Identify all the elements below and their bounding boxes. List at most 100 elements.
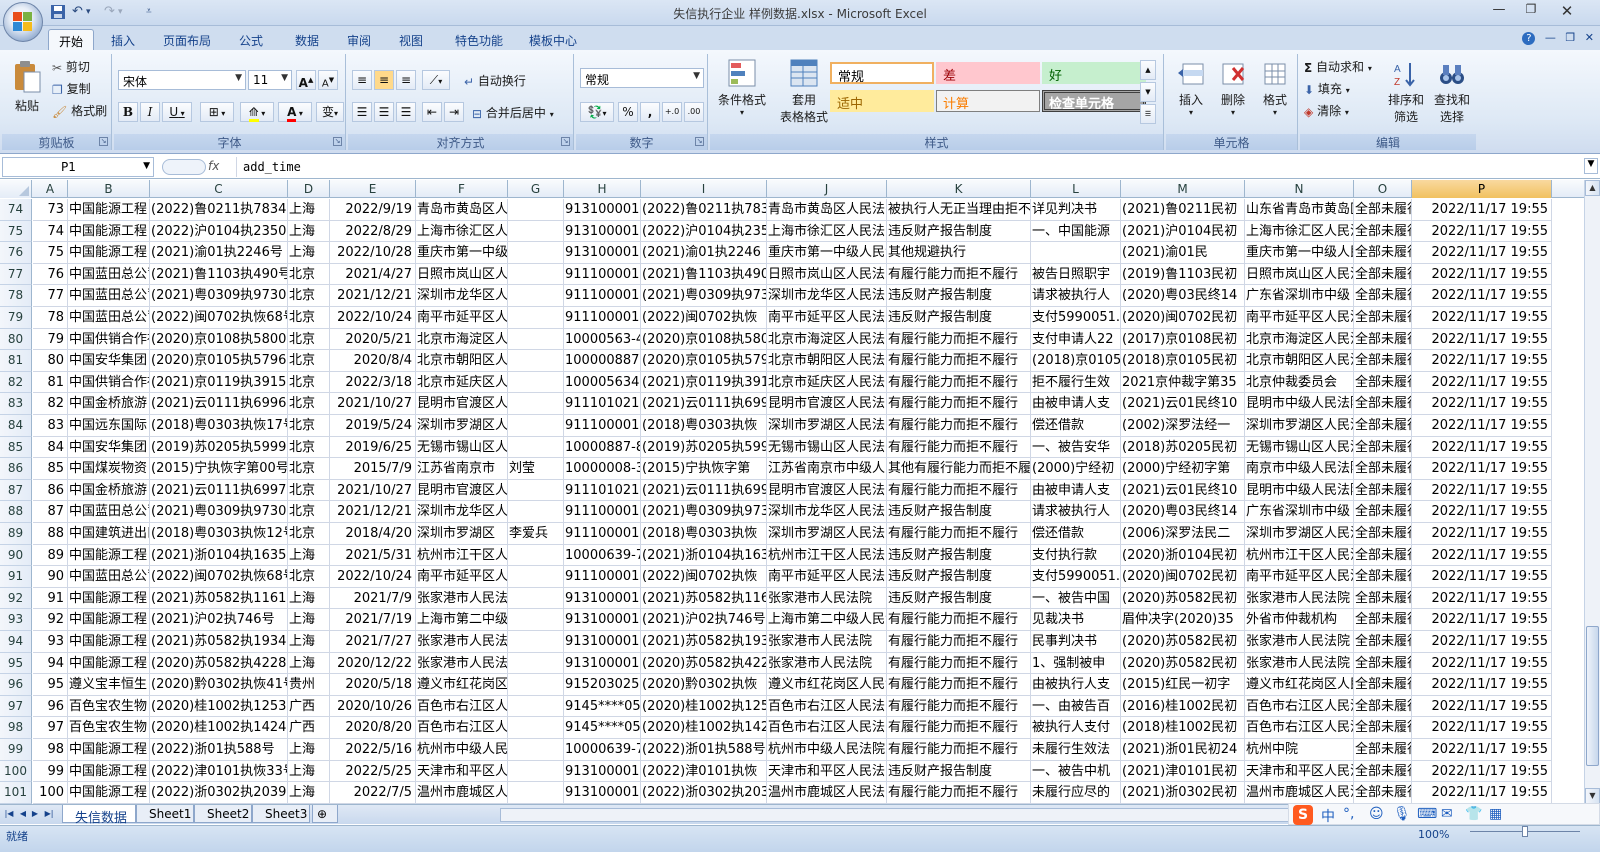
find-select-button[interactable]: 查找和 选择 (1430, 60, 1474, 125)
row-header[interactable]: 90 (0, 544, 32, 567)
cell-d[interactable]: 广西 (288, 717, 330, 739)
cell-a[interactable]: 79 (33, 328, 68, 351)
cell-d[interactable]: 北京 (288, 393, 330, 415)
cell-n[interactable]: 南京市中级人民法院 (1245, 458, 1354, 480)
prev-sheet-icon[interactable]: ◀ (18, 809, 28, 821)
copy-button[interactable]: ❐ 复制 (52, 80, 91, 97)
dialog-launcher-icon[interactable]: ↘ (99, 137, 108, 146)
cell-j[interactable]: 深圳市罗湖区人民法院 (767, 523, 887, 545)
cell-b[interactable]: 中国蓝田总公司 (68, 263, 150, 286)
cell-h[interactable]: 10000887-8 (564, 436, 641, 459)
column-header-m[interactable]: M (1121, 180, 1245, 198)
row-header[interactable]: 84 (0, 415, 32, 437)
number-format-select[interactable]: 常规 ▼ (580, 68, 704, 88)
cell-m[interactable]: (2021)沪0104民初 (1121, 220, 1245, 243)
cell-h[interactable]: 911100001 (564, 285, 641, 307)
cell-p[interactable]: 2022/11/17 19:55 (1412, 199, 1552, 221)
cell-b[interactable]: 中国蓝田总公司 (68, 501, 150, 523)
cell-n[interactable]: 南平市延平区人民法院 (1245, 566, 1354, 588)
column-header-b[interactable]: B (68, 180, 150, 198)
cell-h[interactable]: 911100001 (564, 523, 641, 545)
cell-o[interactable]: 全部未履行 (1354, 393, 1412, 415)
cell-j[interactable]: 上海市徐汇区人民法院 (767, 220, 887, 243)
cell-o[interactable]: 全部未履行 (1354, 717, 1412, 739)
cell-i[interactable]: (2022)沪0104执2350 (641, 220, 767, 243)
align-bottom-button[interactable]: ≡ (396, 70, 416, 90)
dialog-launcher-icon[interactable]: ↘ (333, 137, 342, 146)
cell-l[interactable]: (2018)京0105 (1031, 350, 1121, 372)
cell-j[interactable]: 遵义市红花岗区人民法院 (767, 674, 887, 696)
cell-l[interactable]: 详见判决书 (1031, 199, 1121, 221)
cell-p[interactable]: 2022/11/17 19:55 (1412, 242, 1552, 264)
cell-b[interactable]: 中国蓝田总公司 (68, 285, 150, 307)
paste-button[interactable]: 粘贴 (8, 60, 46, 114)
cell-f[interactable]: 百色市右江区人民法院 (416, 717, 508, 739)
cell-k[interactable]: 违反财产报告制度 (887, 587, 1031, 610)
cell-b[interactable]: 中国能源工程 (68, 199, 150, 221)
close-icon[interactable]: ✕ (1552, 2, 1582, 22)
row-header[interactable]: 74 (0, 199, 32, 221)
delete-cells-button[interactable]: 删除 ▾ (1214, 60, 1252, 117)
sheet-tab[interactable]: Sheet3 (252, 805, 310, 823)
row-header[interactable]: 98 (0, 717, 32, 739)
cell-m[interactable]: (2017)京0108民初 (1121, 328, 1245, 351)
cell-g[interactable] (508, 501, 564, 523)
cell-j[interactable]: 深圳市龙华区人民法院 (767, 501, 887, 523)
cell-p[interactable]: 2022/11/17 19:55 (1412, 501, 1552, 523)
cell-p[interactable]: 2022/11/17 19:55 (1412, 739, 1552, 761)
cell-b[interactable]: 中国能源工程 (68, 609, 150, 631)
cell-g[interactable] (508, 285, 564, 307)
cell-d[interactable]: 上海 (288, 544, 330, 567)
doc-close-icon[interactable]: ✕ (1585, 31, 1594, 44)
column-header-o[interactable]: O (1354, 180, 1412, 198)
cell-g[interactable] (508, 263, 564, 286)
cell-e[interactable]: 2021/7/19 (330, 609, 416, 631)
sheet-tab[interactable]: 失信数据 (62, 805, 136, 826)
cell-n[interactable]: 百色市右江区人民法院 (1245, 695, 1354, 718)
increase-decimal-button[interactable]: +.0 (662, 102, 682, 122)
cell-a[interactable]: 76 (33, 263, 68, 286)
horizontal-scrollbar[interactable] (500, 808, 1300, 822)
cell-g[interactable] (508, 544, 564, 567)
cell-l[interactable]: 请求被执行人 (1031, 501, 1121, 523)
cell-j[interactable]: 重庆市第一中级人民法院 (767, 242, 887, 264)
cell-j[interactable]: 北京市朝阳区人民法院 (767, 350, 887, 372)
cell-f[interactable]: 昆明市官渡区人民法院 (416, 393, 508, 415)
cell-i[interactable]: (2020)京0105执5796 (641, 350, 767, 372)
cell-o[interactable]: 全部未履行 (1354, 739, 1412, 761)
cell-m[interactable]: (2020)粤03民终14 (1121, 285, 1245, 307)
cell-j[interactable]: 江苏省南京市中级人民法院 (767, 458, 887, 480)
cell-g[interactable] (508, 415, 564, 437)
cell-a[interactable]: 94 (33, 652, 68, 675)
cell-f[interactable]: 上海市第二中级人民法院 (416, 609, 508, 631)
column-header-c[interactable]: C (150, 180, 288, 198)
cell-j[interactable]: 百色市右江区人民法院 (767, 695, 887, 718)
worksheet-grid[interactable]: ABCDEFGHIJKLMNOP 74 73 中国能源工程 (2022)鲁0211执7… (0, 180, 1584, 804)
cell-o[interactable]: 全部未履行 (1354, 760, 1412, 783)
cell-b[interactable]: 中国金桥旅游 (68, 479, 150, 502)
cell-d[interactable]: 广西 (288, 695, 330, 718)
cell-c[interactable]: (2022)鲁0211执7834号 (150, 199, 288, 221)
autosum-button[interactable]: Σ 自动求和 ▾ (1304, 58, 1372, 75)
microphone-icon[interactable]: 🎙 (1393, 806, 1411, 822)
cell-e[interactable]: 2022/9/19 (330, 199, 416, 221)
percent-button[interactable]: % (618, 102, 638, 122)
row-header[interactable]: 81 (0, 350, 32, 372)
cell-m[interactable]: (2018)桂1002民初 (1121, 717, 1245, 739)
cell-g[interactable] (508, 652, 564, 675)
cell-n[interactable]: 重庆市第一中级人民法院 (1245, 242, 1354, 264)
cell-style-4[interactable]: 计算 (936, 90, 1040, 112)
column-header-d[interactable]: D (288, 180, 330, 198)
cell-f[interactable]: 上海市徐汇区人民法院 (416, 220, 508, 243)
cell-g[interactable] (508, 674, 564, 696)
cell-d[interactable]: 上海 (288, 652, 330, 675)
cell-d[interactable]: 上海 (288, 199, 330, 221)
cell-h[interactable]: 911100001 (564, 307, 641, 329)
cell-g[interactable] (508, 220, 564, 243)
cell-o[interactable]: 全部未履行 (1354, 242, 1412, 264)
cell-f[interactable]: 遵义市红花岗区人民法院 (416, 674, 508, 696)
cell-m[interactable]: (2021)津0101民初 (1121, 760, 1245, 783)
cell-n[interactable]: 昆明市中级人民法院 (1245, 479, 1354, 502)
cell-m[interactable]: (2019)鲁1103民初 (1121, 263, 1245, 286)
new-sheet-icon[interactable]: ⊕ (312, 805, 338, 823)
